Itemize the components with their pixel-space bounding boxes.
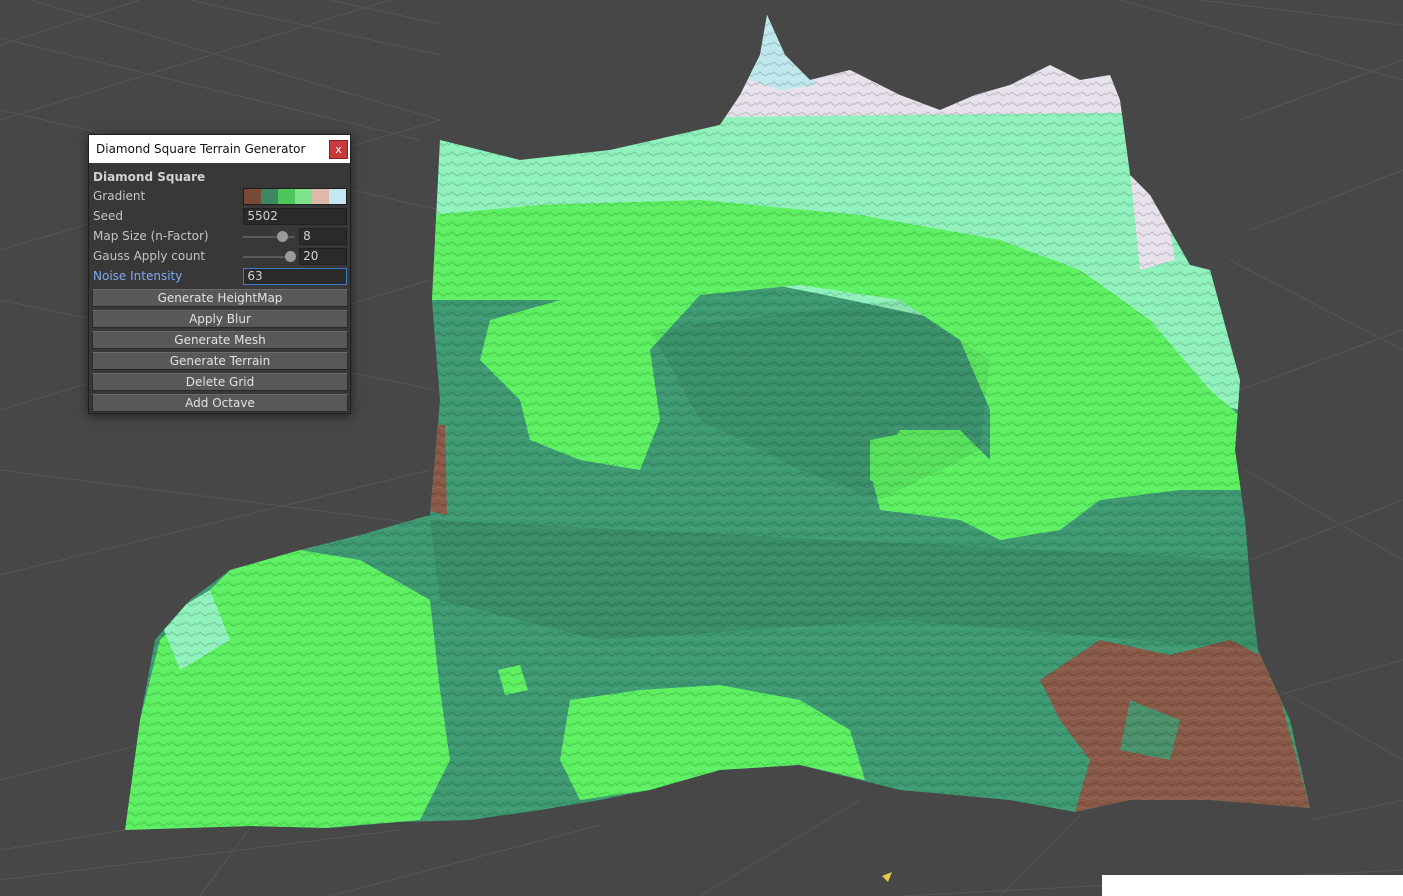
generate-mesh-button[interactable]: Generate Mesh — [92, 331, 348, 349]
gradient-stop-2 — [278, 188, 296, 204]
generate-terrain-button[interactable]: Generate Terrain — [92, 352, 348, 370]
map-size-slider[interactable] — [243, 228, 296, 245]
delete-grid-button[interactable]: Delete Grid — [92, 373, 348, 391]
seed-row: Seed 5502 — [92, 206, 347, 226]
noise-label: Noise Intensity — [93, 269, 183, 283]
map-size-row: Map Size (n-Factor) 8 — [92, 226, 347, 246]
corner-overlay — [1102, 875, 1403, 896]
map-size-label: Map Size (n-Factor) — [93, 229, 209, 243]
map-size-slider-handle[interactable] — [276, 230, 288, 242]
map-size-input[interactable]: 8 — [299, 227, 347, 245]
terrain-generator-window: Diamond Square Terrain Generator x Diamo… — [88, 134, 351, 414]
gauss-slider[interactable] — [243, 248, 296, 265]
gradient-stop-0 — [244, 188, 262, 204]
generate-heightmap-button[interactable]: Generate HeightMap — [92, 289, 348, 307]
gradient-stop-1 — [261, 188, 279, 204]
gauss-row: Gauss Apply count 20 — [92, 246, 347, 266]
gauss-slider-handle[interactable] — [284, 250, 296, 262]
gradient-stop-5 — [329, 188, 347, 204]
gradient-row: Gradient — [92, 186, 347, 206]
seed-input[interactable]: 5502 — [243, 207, 347, 225]
gizmo-marker — [882, 872, 892, 882]
gauss-input[interactable]: 20 — [299, 247, 347, 265]
gradient-field[interactable] — [243, 187, 347, 205]
seed-label: Seed — [93, 209, 123, 223]
window-titlebar[interactable]: Diamond Square Terrain Generator x — [89, 135, 350, 163]
gradient-label: Gradient — [93, 189, 146, 203]
window-title: Diamond Square Terrain Generator — [96, 142, 306, 156]
close-button[interactable]: x — [329, 139, 348, 159]
noise-input[interactable]: 63 — [243, 267, 347, 285]
section-title: Diamond Square — [93, 170, 206, 184]
gradient-stop-3 — [295, 188, 313, 204]
gradient-stop-4 — [312, 188, 330, 204]
add-octave-button[interactable]: Add Octave — [92, 394, 348, 412]
gauss-label: Gauss Apply count — [93, 249, 206, 263]
noise-row: Noise Intensity 63 — [92, 266, 347, 286]
apply-blur-button[interactable]: Apply Blur — [92, 310, 348, 328]
window-content: Diamond Square Gradient Seed 5502 Map Si… — [89, 163, 350, 412]
